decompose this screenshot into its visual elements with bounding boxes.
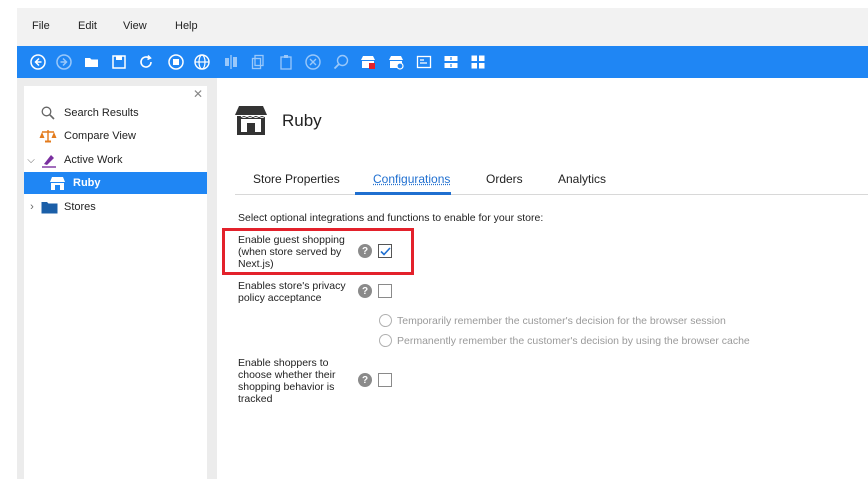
find-icon[interactable] — [332, 53, 350, 71]
radio-button[interactable] — [379, 334, 392, 347]
tree-item-label: Compare View — [64, 130, 136, 142]
radio-label: Permanently remember the customer's deci… — [397, 334, 750, 347]
close-icon[interactable]: ✕ — [193, 87, 203, 101]
tree-item-stores[interactable]: › Stores — [24, 196, 207, 218]
privacy-policy-checkbox[interactable] — [378, 284, 392, 298]
help-icon[interactable]: ? — [358, 373, 372, 387]
privacy-policy-label: Enables store's privacy policy acceptanc… — [238, 280, 346, 304]
tab-orders[interactable]: Orders — [486, 172, 523, 186]
tree-item-active-work[interactable]: ⌵ Active Work — [24, 149, 207, 171]
tab-analytics[interactable]: Analytics — [558, 172, 606, 186]
folder-icon — [40, 199, 58, 215]
image-icon[interactable] — [415, 53, 433, 71]
tracking-choice-label: Enable shoppers to choose whether their … — [238, 357, 336, 405]
tree-item-label: Stores — [64, 201, 96, 213]
align-icon[interactable] — [222, 53, 240, 71]
chevron-right-icon[interactable]: › — [27, 201, 37, 213]
split-horizontal-icon[interactable] — [442, 53, 460, 71]
radio-label: Temporarily remember the customer's deci… — [397, 314, 726, 327]
active-tab-indicator — [355, 192, 451, 195]
tabs-divider — [235, 194, 868, 195]
tree-item-search-results[interactable]: Search Results — [24, 102, 207, 124]
tracking-choice-checkbox[interactable] — [378, 373, 392, 387]
menu-file[interactable]: File — [32, 20, 50, 32]
stop-icon[interactable] — [167, 53, 185, 71]
menu-help[interactable]: Help — [175, 20, 198, 32]
tree-item-ruby[interactable]: Ruby — [24, 172, 207, 194]
forward-icon[interactable] — [55, 53, 73, 71]
navigation-tree: ✕ Search Results Compare View ⌵ Active W… — [24, 86, 207, 479]
open-folder-icon[interactable] — [83, 53, 101, 71]
toolbar — [17, 46, 868, 78]
menu-view[interactable]: View — [123, 20, 147, 32]
help-icon[interactable]: ? — [358, 284, 372, 298]
tab-store-properties[interactable]: Store Properties — [253, 172, 340, 186]
grid-icon[interactable] — [469, 53, 487, 71]
search-icon — [40, 105, 56, 121]
copy-icon[interactable] — [249, 53, 267, 71]
tree-item-compare-view[interactable]: Compare View — [24, 125, 207, 147]
chevron-down-icon[interactable]: ⌵ — [26, 154, 36, 166]
radio-permanent-remember[interactable]: Permanently remember the customer's deci… — [379, 334, 750, 347]
store-large-icon — [233, 103, 271, 142]
save-icon[interactable] — [110, 53, 128, 71]
paste-icon[interactable] — [277, 53, 295, 71]
active-work-icon — [40, 152, 58, 168]
radio-temporary-remember[interactable]: Temporarily remember the customer's deci… — [379, 314, 726, 327]
configurations-intro: Select optional integrations and functio… — [238, 212, 544, 224]
back-icon[interactable] — [29, 53, 47, 71]
tree-item-label: Search Results — [64, 107, 139, 119]
store-icon — [48, 175, 66, 191]
page-title: Ruby — [282, 111, 322, 130]
radio-button[interactable] — [379, 314, 392, 327]
tree-item-label: Ruby — [73, 177, 101, 189]
tab-configurations[interactable]: Configurations — [373, 172, 450, 186]
menu-edit[interactable]: Edit — [78, 20, 97, 32]
store-new-icon[interactable] — [359, 53, 377, 71]
tree-item-label: Active Work — [64, 154, 123, 166]
highlight-box — [222, 228, 414, 275]
compare-icon — [39, 128, 57, 144]
store-view-icon[interactable] — [387, 53, 405, 71]
globe-icon[interactable] — [193, 53, 211, 71]
delete-icon[interactable] — [304, 53, 322, 71]
refresh-icon[interactable] — [137, 53, 155, 71]
store-editor: Ruby Store Properties Configurations Ord… — [217, 78, 868, 479]
menu-bar: File Edit View Help — [17, 8, 868, 46]
